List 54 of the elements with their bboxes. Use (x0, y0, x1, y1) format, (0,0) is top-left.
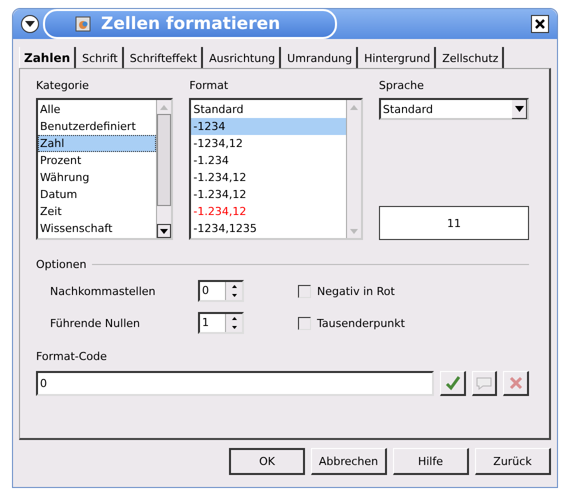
format-preview: 11 (378, 206, 529, 240)
category-item[interactable]: Alle (38, 101, 156, 118)
format-label: Format (189, 79, 230, 92)
format-item[interactable]: -1234,12 (191, 135, 346, 152)
format-item[interactable]: -1234 (191, 118, 346, 135)
tab[interactable]: Zahlen (19, 47, 76, 68)
checkmark-icon (444, 375, 461, 391)
spinner-label: Führende Nullen (50, 316, 141, 330)
format-item[interactable]: -1234,1235 (191, 220, 346, 237)
dialog-button[interactable]: Hilfe (393, 448, 469, 475)
category-item[interactable]: Benutzerdefiniert (38, 118, 156, 135)
close-icon (535, 19, 545, 29)
increment-icon[interactable] (232, 285, 236, 288)
format-code-field[interactable]: 0 (36, 371, 434, 396)
category-item[interactable]: Zeit (38, 203, 156, 220)
cross-icon (508, 376, 523, 390)
window-title: Zellen formatieren (101, 14, 280, 34)
caret-down-icon (514, 106, 524, 112)
checkbox[interactable]: Negativ in Rot (298, 284, 529, 298)
caret-down-icon (25, 20, 35, 28)
number-spinner[interactable]: 0 (198, 280, 244, 302)
format-item[interactable]: -1.234,12 (191, 186, 346, 203)
speech-bubble-icon (475, 376, 494, 390)
language-label: Sprache (378, 79, 425, 92)
options-heading: Optionen (36, 258, 86, 271)
document-icon (75, 16, 91, 32)
scrollbar[interactable] (156, 100, 172, 238)
category-item[interactable]: Zahl (38, 135, 156, 152)
decrement-icon[interactable] (232, 326, 236, 329)
dialog-button[interactable]: Abbrechen (311, 448, 387, 475)
category-item[interactable]: Wissenschaft (38, 220, 156, 237)
language-dropdown[interactable]: Standard (378, 98, 529, 120)
spinner-label: Nachkommastellen (50, 284, 157, 298)
dialog-button[interactable]: OK (229, 448, 305, 475)
format-code-label: Format-Code (36, 350, 108, 363)
format-list[interactable]: Standard -1234 -1234,12 -1.234 -1.234,12 -1.234,12 -1.234,12 -1234,1235 (189, 98, 363, 240)
category-item[interactable]: Prozent (38, 152, 156, 169)
decrement-icon[interactable] (232, 294, 236, 297)
format-item[interactable]: Standard (191, 101, 346, 118)
format-item[interactable]: -1.234,12 (191, 203, 346, 220)
dialog-button[interactable]: Zurück (475, 448, 551, 475)
checkbox[interactable]: Tausenderpunkt (298, 316, 529, 330)
category-item[interactable]: Datum (38, 186, 156, 203)
category-label: Kategorie (36, 79, 90, 92)
format-item[interactable]: -1.234,12 (191, 169, 346, 186)
window-menu-button[interactable] (21, 15, 39, 33)
number-spinner[interactable]: 1 (198, 312, 244, 334)
accept-button[interactable] (440, 371, 466, 396)
category-item[interactable]: Währung (38, 169, 156, 186)
increment-icon[interactable] (232, 317, 236, 320)
scroll-down-icon[interactable] (160, 228, 168, 234)
category-list[interactable]: Alle Benutzerdefiniert Zahl Prozent Währung Datum Zeit Wissenschaft (36, 98, 174, 240)
format-item[interactable]: -1.234 (191, 152, 346, 169)
close-button[interactable] (531, 15, 549, 33)
